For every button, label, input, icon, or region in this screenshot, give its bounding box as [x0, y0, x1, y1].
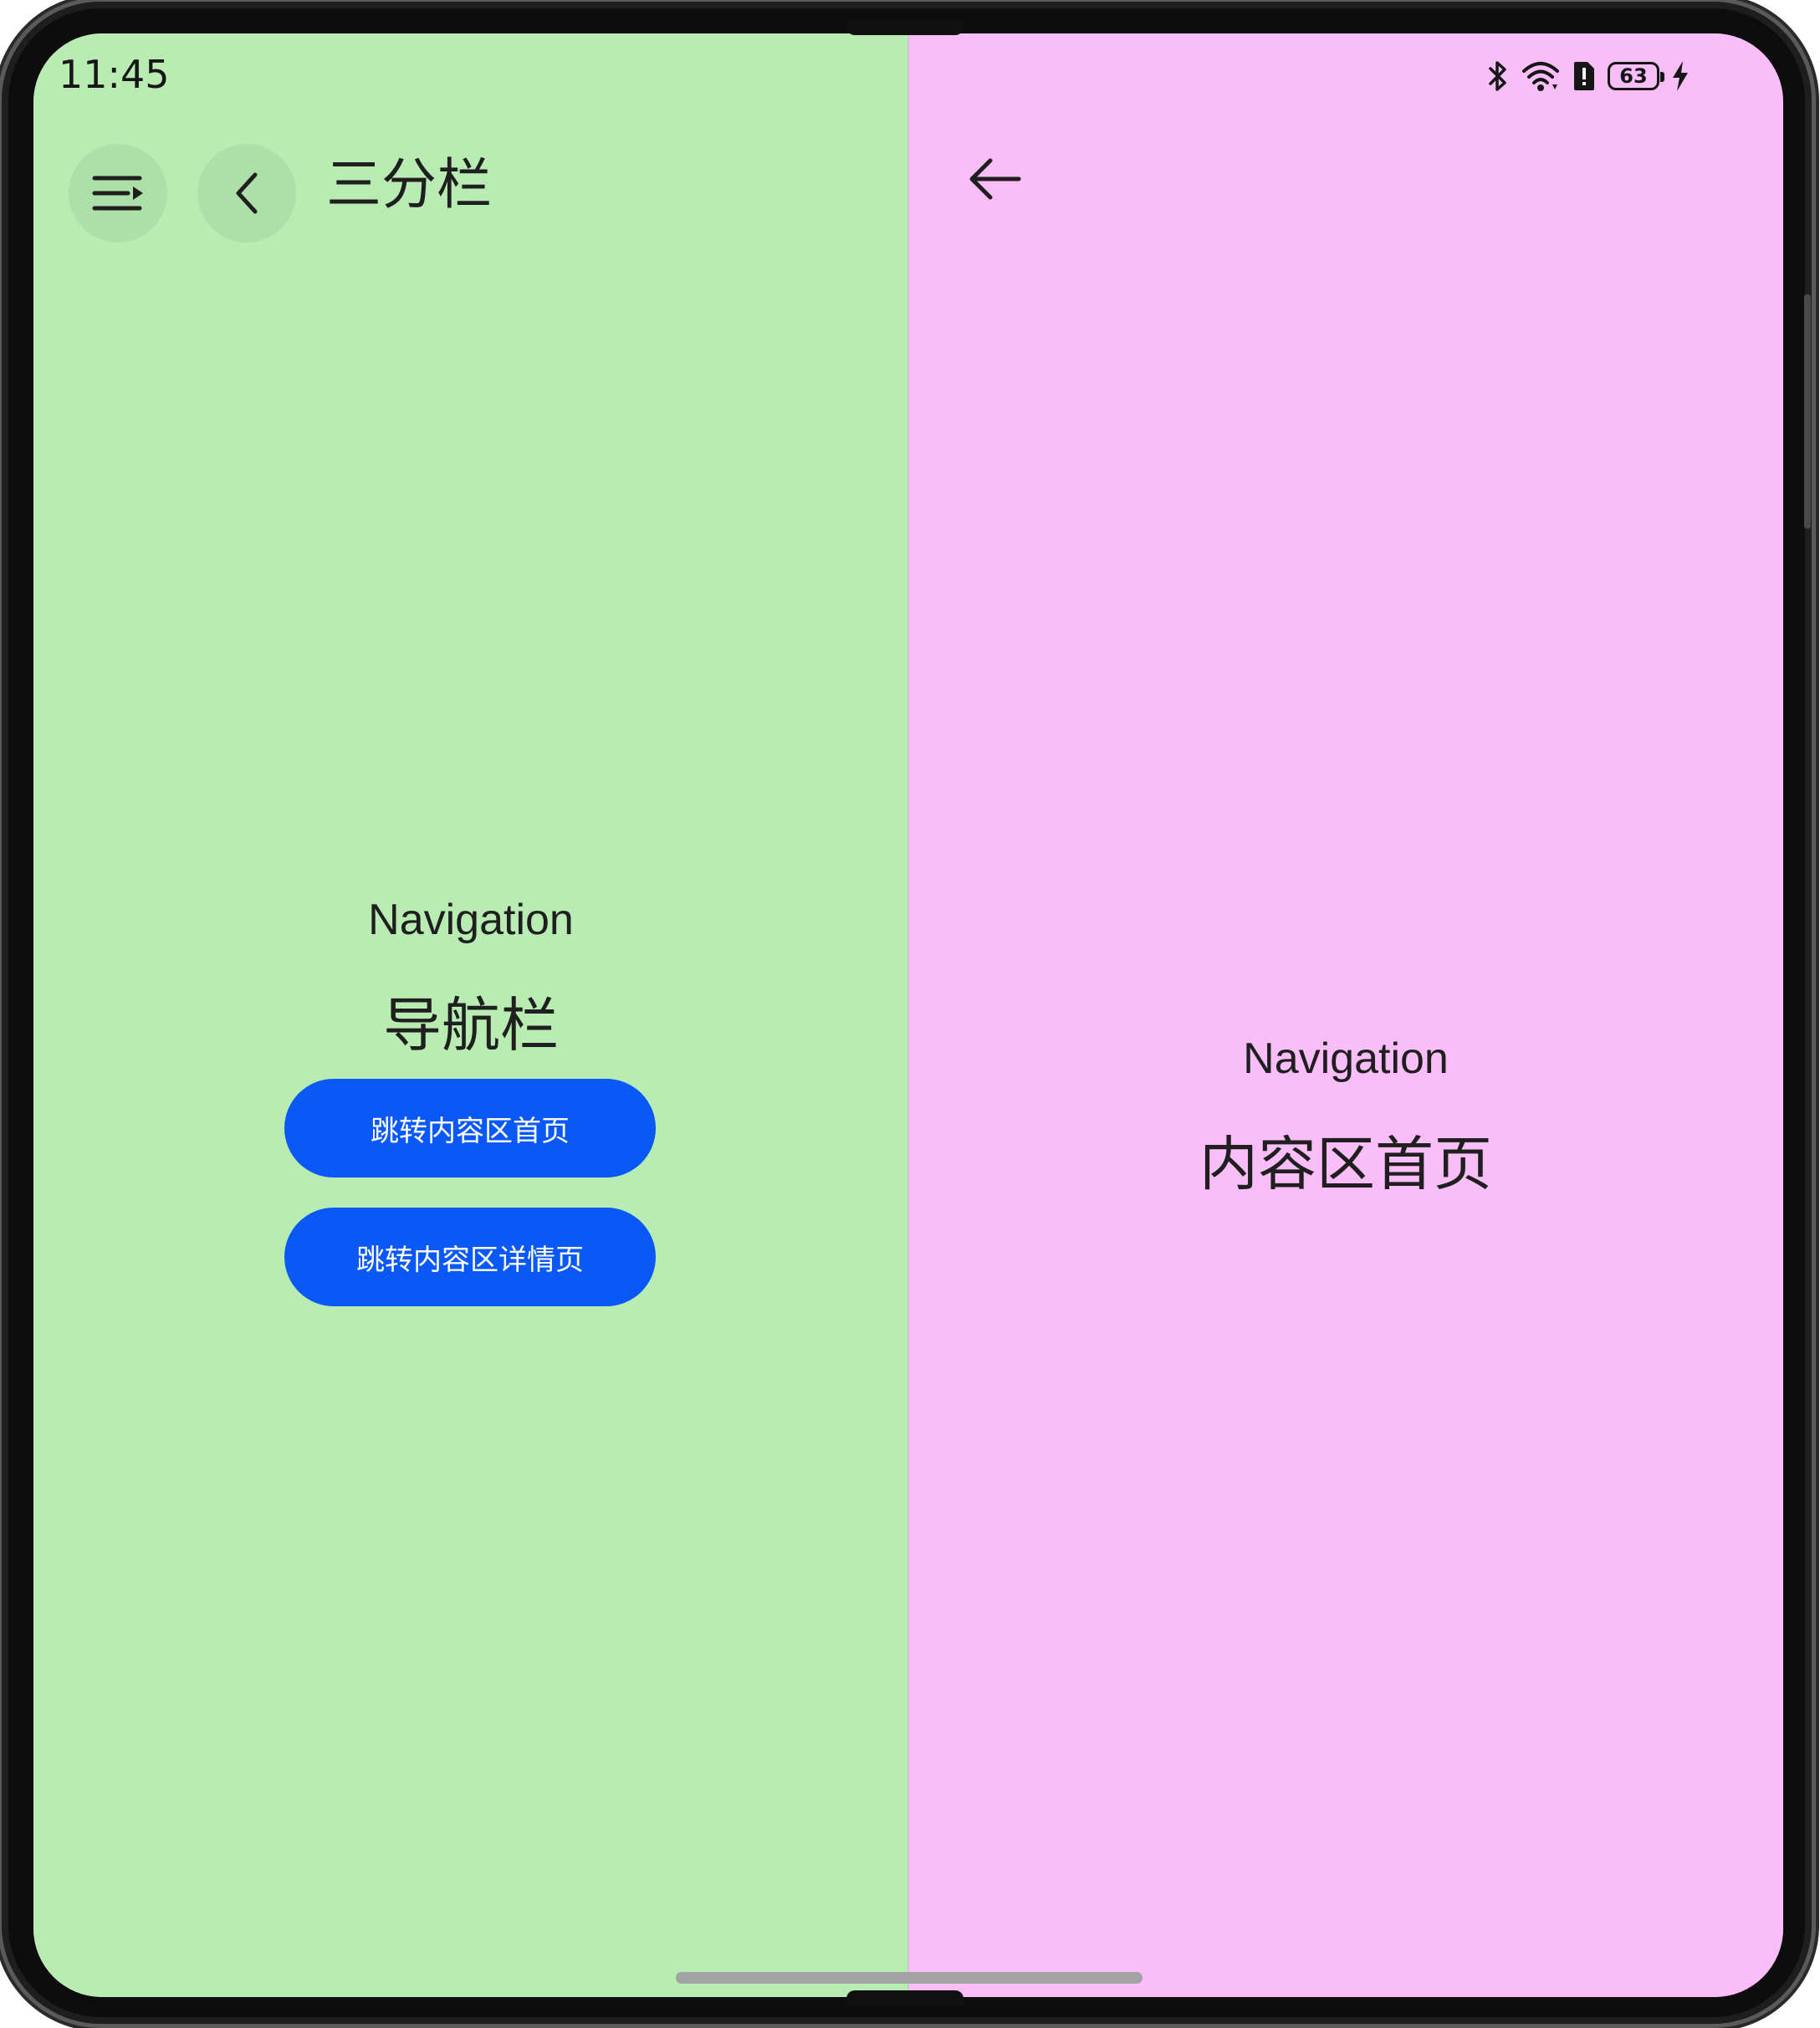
screen: 11:45 三分栏 Navigation 导航栏 跳转内容区首页 跳转内容区详情… — [33, 33, 1783, 1997]
bluetooth-icon — [1489, 61, 1506, 91]
go-content-home-button[interactable]: 跳转内容区首页 — [284, 1079, 656, 1177]
menu-expand-icon — [92, 176, 143, 211]
home-indicator[interactable] — [676, 1972, 1143, 1984]
fold-hinge-bottom — [846, 1990, 964, 2005]
content-pane: 63 Navigation 内容区首页 — [908, 33, 1783, 1997]
menu-button[interactable] — [69, 144, 167, 243]
page-title: 三分栏 — [326, 152, 492, 217]
sim-alert-icon — [1574, 62, 1594, 90]
arrow-left-icon[interactable] — [965, 149, 1025, 209]
battery-icon: 63 — [1608, 62, 1664, 90]
status-icons: 63 — [1487, 55, 1690, 97]
back-button[interactable] — [197, 144, 296, 243]
navigation-heading: 导航栏 — [383, 991, 559, 1060]
fold-hinge-top — [846, 20, 964, 35]
go-content-detail-button[interactable]: 跳转内容区详情页 — [284, 1208, 656, 1306]
wifi-icon — [1522, 62, 1559, 91]
navigation-pane: 11:45 三分栏 Navigation 导航栏 跳转内容区首页 跳转内容区详情… — [33, 33, 908, 1997]
navigation-subtitle: Navigation — [368, 896, 574, 944]
content-heading: 内容区首页 — [1199, 1130, 1492, 1198]
pane-divider[interactable] — [907, 33, 909, 1997]
chevron-left-icon — [236, 172, 258, 214]
charging-icon — [1673, 61, 1688, 91]
device-frame: 11:45 三分栏 Navigation 导航栏 跳转内容区首页 跳转内容区详情… — [2, 2, 1812, 2024]
side-button — [1804, 294, 1811, 529]
content-subtitle: Navigation — [1243, 1034, 1449, 1083]
status-time: 11:45 — [59, 52, 170, 97]
